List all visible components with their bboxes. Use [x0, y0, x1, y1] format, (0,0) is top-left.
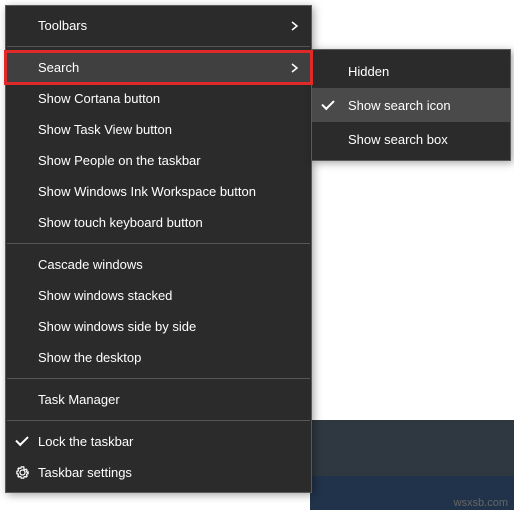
menu-cortana-label: Show Cortana button [38, 91, 299, 106]
submenu-hidden[interactable]: Hidden [312, 54, 510, 88]
separator [7, 378, 310, 379]
search-submenu: Hidden Show search icon Show search box [311, 49, 511, 161]
menu-show-cortana-button[interactable]: Show Cortana button [6, 83, 311, 114]
taskbar-dark-band [310, 420, 514, 476]
menu-touchkb-label: Show touch keyboard button [38, 215, 299, 230]
menu-toolbars[interactable]: Toolbars [6, 10, 311, 41]
checkmark-icon [14, 434, 30, 450]
separator [7, 243, 310, 244]
taskbar-context-menu: Toolbars Search Show Cortana button Show… [5, 5, 312, 493]
menu-taskbar-settings[interactable]: Taskbar settings [6, 457, 311, 488]
menu-task-manager[interactable]: Task Manager [6, 384, 311, 415]
menu-search-label: Search [38, 60, 289, 75]
menu-cascade-label: Cascade windows [38, 257, 299, 272]
menu-toolbars-label: Toolbars [38, 18, 289, 33]
submenu-box-label: Show search box [348, 132, 448, 147]
submenu-show-search-icon[interactable]: Show search icon [312, 88, 510, 122]
menu-sidebyside-label: Show windows side by side [38, 319, 299, 334]
menu-show-desktop[interactable]: Show the desktop [6, 342, 311, 373]
menu-ink-label: Show Windows Ink Workspace button [38, 184, 299, 199]
menu-show-ink-workspace[interactable]: Show Windows Ink Workspace button [6, 176, 311, 207]
menu-taskmgr-label: Task Manager [38, 392, 299, 407]
menu-cascade-windows[interactable]: Cascade windows [6, 249, 311, 280]
menu-lock-label: Lock the taskbar [38, 434, 299, 449]
menu-search[interactable]: Search [6, 52, 311, 83]
watermark-text: wsxsb.com [454, 497, 508, 509]
menu-taskview-label: Show Task View button [38, 122, 299, 137]
submenu-icon-label: Show search icon [348, 98, 451, 113]
menu-windows-side-by-side[interactable]: Show windows side by side [6, 311, 311, 342]
submenu-show-search-box[interactable]: Show search box [312, 122, 510, 156]
separator [7, 46, 310, 47]
separator [7, 420, 310, 421]
submenu-hidden-label: Hidden [348, 64, 389, 79]
menu-stacked-label: Show windows stacked [38, 288, 299, 303]
menu-showdesktop-label: Show the desktop [38, 350, 299, 365]
menu-show-task-view-button[interactable]: Show Task View button [6, 114, 311, 145]
gear-icon [14, 465, 30, 481]
chevron-right-icon [289, 21, 299, 31]
checkmark-icon [320, 97, 336, 113]
menu-lock-taskbar[interactable]: Lock the taskbar [6, 426, 311, 457]
menu-show-people[interactable]: Show People on the taskbar [6, 145, 311, 176]
menu-settings-label: Taskbar settings [38, 465, 299, 480]
chevron-right-icon [289, 63, 299, 73]
menu-people-label: Show People on the taskbar [38, 153, 299, 168]
menu-windows-stacked[interactable]: Show windows stacked [6, 280, 311, 311]
menu-show-touch-keyboard[interactable]: Show touch keyboard button [6, 207, 311, 238]
